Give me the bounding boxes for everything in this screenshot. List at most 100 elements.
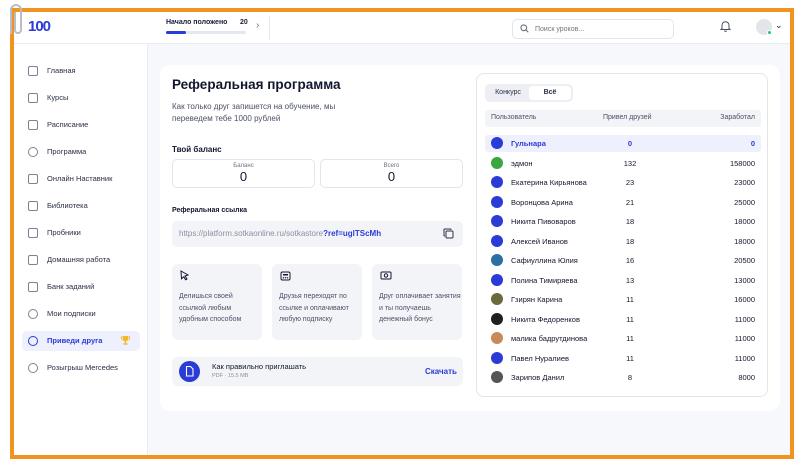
user-avatar [491,137,503,149]
progress-widget[interactable]: Начало положено 20 › [162,16,270,40]
chevron-down-icon[interactable]: ⌄ [775,20,783,31]
step-text: Делишься своей ссылкой любым удобным спо… [179,293,242,323]
page-title: Реферальная программа [172,77,341,92]
cell-invited: 0 [627,139,633,148]
sidebar-item-program[interactable]: Программа [22,142,140,162]
user-plus-icon [28,336,38,346]
balance-value: 0 [239,169,248,184]
user-avatar [491,351,503,364]
referral-link-base: https://platform.sotkaonline.ru/sotkasto… [179,229,324,238]
sidebar-item-label: Библиотека [47,201,88,210]
table-row[interactable]: Гульнара 0 0 [485,135,761,152]
cell-user-name: Зарипов Данил [511,373,565,382]
user-avatar [491,371,503,383]
table-row[interactable]: Алексей Иванов 18 18000 [485,233,761,250]
tab-contest[interactable]: Конкурс [487,86,529,100]
cell-user-name: малика бадрутдинова [511,334,588,343]
user-avatar [491,312,503,325]
sidebar-item-subscriptions[interactable]: Мои подписки [22,304,140,324]
guide-file: Как правильно приглашать PDF · 15.5 MB С… [172,357,463,386]
money-icon [380,271,392,280]
table-row[interactable]: Гзирян Карина 11 16000 [485,291,761,308]
sidebar-item-label: Курсы [47,93,69,102]
sidebar-item-label: Банк заданий [47,282,95,291]
sidebar-item-schedule[interactable]: Расписание [22,115,140,135]
sidebar-item-mentor[interactable]: Онлайн Наставник [22,169,140,189]
file-name: Как правильно приглашать [212,362,307,371]
tab-all[interactable]: Всё [529,86,571,100]
cell-user-name: Павел Нуралиев [511,353,569,363]
download-link[interactable]: Скачать [425,367,457,376]
table-row[interactable]: Никита Федоренков 11 11000 [485,311,761,328]
user-avatar [491,156,503,169]
copy-icon[interactable] [443,228,454,239]
sidebar-item-courses[interactable]: Курсы [22,88,140,108]
gift-icon [28,363,38,373]
referral-link[interactable]: https://platform.sotkaonline.ru/sotkasto… [179,229,381,238]
sidebar-item-homework[interactable]: Домашняя работа [22,250,140,270]
user-avatar [491,215,503,227]
sidebar-item-task-bank[interactable]: Банк заданий [22,277,140,297]
cell-invited: 11 [626,295,634,304]
sidebar-item-library[interactable]: Библиотека [22,196,140,216]
folder-icon [28,93,38,103]
table-row[interactable]: Екатерина Кирьянова 23 23000 [485,174,761,191]
cell-invited: 18 [625,217,635,226]
step-text: Друзья переходят по ссылке и оплачивают … [279,293,349,323]
cell-user-name: Екатерина Кирьянова [511,178,587,187]
user-avatar[interactable] [756,19,772,35]
table-row[interactable]: Никита Пивоваров 18 18000 [485,213,761,230]
cell-invited: 11 [626,334,634,343]
sidebar-item-label: Расписание [47,120,89,129]
table-row[interactable]: малика бадрутдинова 11 11000 [485,330,761,347]
table-row[interactable]: эдмон 132 158000 [485,155,761,172]
search-input[interactable] [535,23,665,35]
table-row[interactable]: Зарипов Данил 8 8000 [485,369,761,386]
sidebar-item-label: Программа [47,147,87,156]
cell-user-name: Воронцова Арина [511,197,573,207]
bell-icon[interactable] [720,20,731,32]
cell-user-name: Никита Пивоваров [511,217,576,226]
chat-icon [28,174,38,184]
cell-earned: 0 [750,139,755,148]
sidebar-item-mercedes-raffle[interactable]: Розыгрыш Mercedes [22,358,140,378]
sidebar-item-label: Пробники [47,228,81,237]
leaderboard-tabs: Конкурс Всё [485,84,573,102]
referral-link-box[interactable]: https://platform.sotkaonline.ru/sotkasto… [172,221,463,247]
archive-icon [28,282,38,292]
sidebar-item-label: Приведи друга [47,336,103,345]
balance-box: Баланс 0 [172,159,315,188]
file-icon [179,361,200,382]
search-box[interactable] [512,19,674,39]
table-row[interactable]: Воронцова Арина 21 25000 [485,194,761,211]
sidebar-item-label: Розыгрыш Mercedes [47,363,118,372]
app-frame: 100 Начало положено 20 › ⌄ Главная Курсы… [10,8,794,459]
chevron-right-icon[interactable]: › [256,20,259,31]
top-bar: 100 Начало положено 20 › ⌄ [14,12,790,44]
sidebar-item-home[interactable]: Главная [22,61,140,81]
table-row[interactable]: Павел Нуралиев 11 11000 [485,350,761,367]
progress-fill [166,31,186,34]
table-row[interactable]: Полина Тимиряева 13 13000 [485,272,761,289]
clock-icon [28,147,38,157]
sidebar: Главная Курсы Расписание Программа Онлай… [14,44,148,455]
balance-title: Твой баланс [172,145,222,154]
cell-earned: 25000 [734,197,755,207]
sidebar-item-invite-friend[interactable]: Приведи друга [22,331,140,351]
table-row[interactable]: Сафиуллина Юлия 16 20500 [485,252,761,269]
logo[interactable]: 100 [28,18,51,35]
column-header-user: Пользователь [491,114,537,121]
cell-invited: 16 [625,256,635,265]
user-avatar [491,254,503,266]
user-avatar [491,176,503,188]
cell-invited: 8 [627,373,633,382]
cell-user-name: Алексей Иванов [511,236,568,246]
cell-invited: 11 [626,314,634,324]
cell-earned: 11000 [734,334,755,343]
step-card-bonus: Друг оплачивает занятия и ты получаешь д… [372,264,462,340]
sidebar-item-trials[interactable]: Пробники [22,223,140,243]
cell-invited: 11 [626,353,634,363]
cell-user-name: Гульнара [511,139,546,148]
user-avatar [491,195,503,208]
user-avatar [491,293,503,305]
